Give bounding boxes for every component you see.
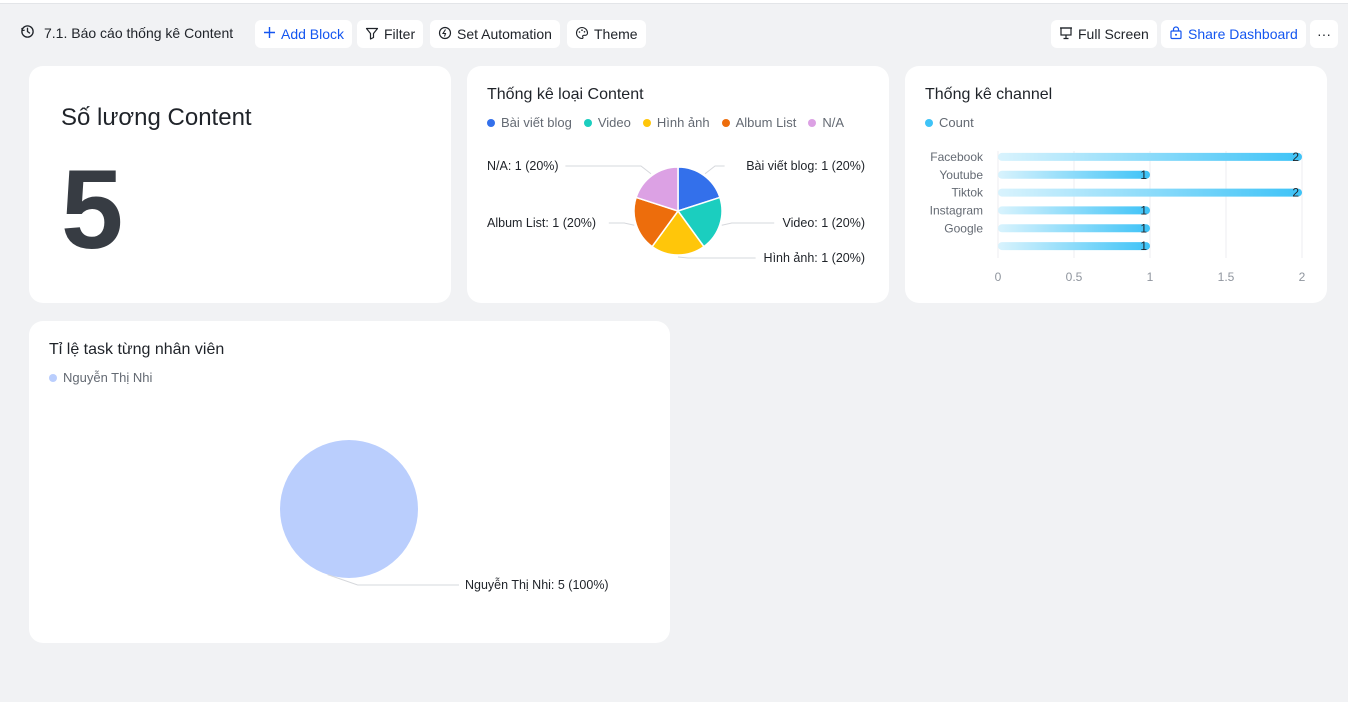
channel-bar-chart: 0 0.5 1 1.5 2 Facebook 2 Youtube 1 Tiktok 2 Instagr… <box>930 150 1306 284</box>
channel-bar[interactable] <box>998 224 1150 233</box>
dashboard-title[interactable]: 7.1. Báo cáo thống kê Content <box>20 24 233 42</box>
channel-chart-card[interactable]: Thống kê channel Count 0 0.5 1 1.5 2 Facebook… <box>905 66 1327 303</box>
y-category-label: Youtube <box>939 168 983 182</box>
task-ratio-chart-card[interactable]: Tỉ lệ task từng nhân viên Nguyễn Thị Nhi… <box>29 321 670 643</box>
content-type-pie-chart: Bài viết blog: 1 (20%) Video: 1 (20%) Hình… <box>487 159 865 265</box>
full-screen-label: Full Screen <box>1078 26 1149 42</box>
pie-leader-line <box>721 222 775 226</box>
presentation-icon <box>1059 26 1073 43</box>
pie-leader-line <box>704 165 725 175</box>
x-tick-label: 0 <box>995 270 1002 284</box>
automation-icon <box>438 26 452 43</box>
metric-value: 5 <box>61 147 124 272</box>
top-border <box>0 0 1348 4</box>
channel-bar[interactable] <box>998 206 1150 215</box>
metric-card-content-count[interactable]: Số lương Content 5 <box>29 66 451 303</box>
x-tick-label: 1.5 <box>1218 270 1235 284</box>
share-icon <box>1169 25 1183 43</box>
set-automation-button[interactable]: Set Automation <box>430 20 560 48</box>
pie-slice-label: Bài viết blog: 1 (20%) <box>746 159 865 173</box>
pie-leader-line <box>565 165 652 175</box>
filter-button[interactable]: Filter <box>357 20 424 48</box>
more-options-button[interactable]: ··· <box>1310 20 1338 48</box>
bar-value-label: 1 <box>1140 239 1147 253</box>
filter-icon <box>365 26 379 43</box>
history-icon <box>20 24 35 42</box>
pie-slice-label: N/A: 1 (20%) <box>487 159 559 173</box>
y-category-label: Tiktok <box>951 186 984 200</box>
content-type-chart-card[interactable]: Thống kê loại Content Bài viết blog Video… <box>467 66 889 303</box>
x-tick-label: 2 <box>1299 270 1306 284</box>
pie-slice-label: Hình ảnh: 1 (20%) <box>764 251 865 265</box>
pie-leader-line <box>608 222 635 226</box>
channel-bar[interactable] <box>998 152 1302 161</box>
pie-slice-label: Video: 1 (20%) <box>783 216 865 230</box>
share-dashboard-button[interactable]: Share Dashboard <box>1161 20 1306 48</box>
metric-title: Số lương Content <box>61 104 252 131</box>
pie-slice-label: Nguyễn Thị Nhi: 5 (100%) <box>465 577 609 592</box>
x-tick-label: 1 <box>1147 270 1154 284</box>
more-icon: ··· <box>1317 26 1331 42</box>
channel-bar[interactable] <box>998 170 1150 179</box>
filter-label: Filter <box>384 26 416 42</box>
dashboard-title-text: 7.1. Báo cáo thống kê Content <box>44 25 234 41</box>
theme-label: Theme <box>594 26 638 42</box>
add-block-button[interactable]: Add Block <box>255 20 353 48</box>
share-dashboard-label: Share Dashboard <box>1188 26 1298 42</box>
pie-slice-0[interactable] <box>280 440 418 578</box>
plus-icon <box>263 26 276 42</box>
bar-value-label: 1 <box>1140 168 1147 182</box>
channel-bar[interactable] <box>998 188 1302 197</box>
y-category-label: Google <box>944 221 983 235</box>
theme-button[interactable]: Theme <box>567 20 646 48</box>
full-screen-button[interactable]: Full Screen <box>1051 20 1157 48</box>
channel-bar[interactable] <box>998 242 1150 251</box>
y-category-label: Facebook <box>930 150 984 164</box>
add-block-label: Add Block <box>281 26 345 42</box>
palette-icon <box>575 26 589 43</box>
dashboard-toolbar: 7.1. Báo cáo thống kê Content Add Block … <box>0 18 1348 50</box>
task-ratio-pie-chart: Nguyễn Thị Nhi: 5 (100%) <box>280 440 609 592</box>
bar-value-label: 1 <box>1140 221 1147 235</box>
bar-value-label: 2 <box>1292 150 1299 164</box>
bar-value-label: 1 <box>1140 203 1147 217</box>
pie-leader-line <box>677 256 756 259</box>
set-automation-label: Set Automation <box>457 26 552 42</box>
x-tick-label: 0.5 <box>1066 270 1083 284</box>
pie-slice-label: Album List: 1 (20%) <box>487 216 596 230</box>
bar-value-label: 2 <box>1292 186 1299 200</box>
y-category-label: Instagram <box>930 203 983 217</box>
